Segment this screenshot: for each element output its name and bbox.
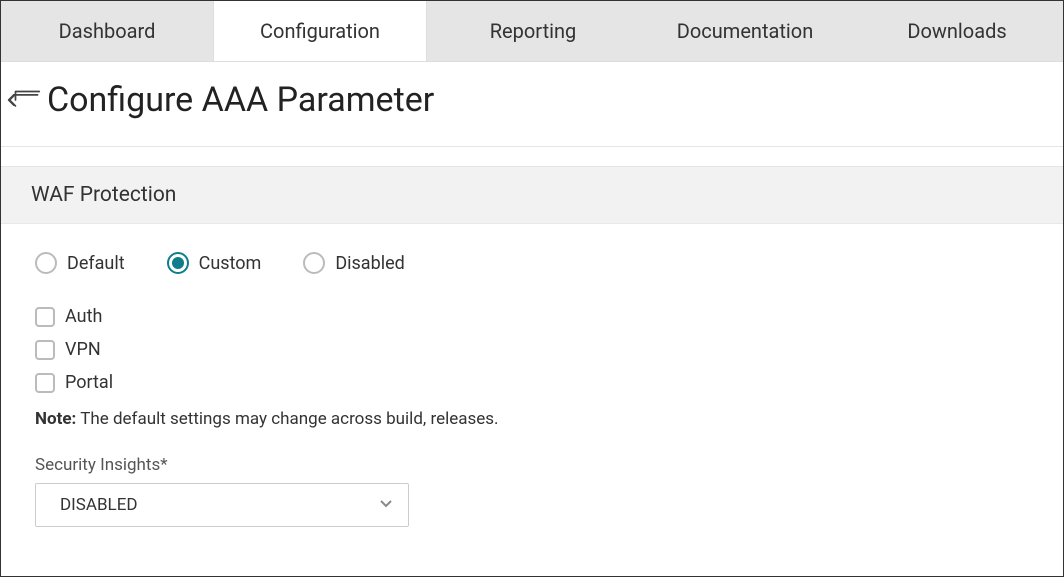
- section-header-waf: WAF Protection: [1, 167, 1063, 224]
- tab-downloads[interactable]: Downloads: [851, 1, 1063, 61]
- checkbox-auth-label: Auth: [65, 306, 102, 327]
- checkbox-auth-box: [35, 307, 55, 327]
- chevron-down-icon: [378, 495, 394, 515]
- tab-configuration[interactable]: Configuration: [213, 1, 427, 61]
- checkbox-portal-box: [35, 373, 55, 393]
- top-tabs: Dashboard Configuration Reporting Docume…: [1, 1, 1063, 62]
- page-header: Configure AAA Parameter: [1, 62, 1063, 147]
- waf-mode-radio-group: Default Custom Disabled: [35, 252, 1029, 274]
- radio-default[interactable]: Default: [35, 252, 125, 274]
- security-insights-label: Security Insights*: [35, 455, 1029, 475]
- radio-disabled-label: Disabled: [335, 253, 404, 274]
- divider-band: [1, 147, 1063, 167]
- radio-default-label: Default: [67, 253, 125, 274]
- section-body-waf: Default Custom Disabled Auth VPN Portal …: [1, 224, 1063, 537]
- checkbox-portal[interactable]: Portal: [35, 372, 1029, 393]
- radio-default-circle: [35, 252, 57, 274]
- radio-disabled-circle: [303, 252, 325, 274]
- tab-reporting[interactable]: Reporting: [427, 1, 639, 61]
- radio-custom-label: Custom: [199, 253, 262, 274]
- checkbox-vpn-box: [35, 340, 55, 360]
- radio-custom[interactable]: Custom: [167, 252, 262, 274]
- note-body: The default settings may change across b…: [76, 409, 498, 429]
- security-insights-value: DISABLED: [60, 495, 138, 515]
- radio-custom-circle: [167, 252, 189, 274]
- tab-documentation[interactable]: Documentation: [639, 1, 851, 61]
- page-title: Configure AAA Parameter: [47, 80, 434, 120]
- tab-dashboard[interactable]: Dashboard: [1, 1, 213, 61]
- checkbox-auth[interactable]: Auth: [35, 306, 1029, 327]
- radio-custom-dot: [172, 257, 184, 269]
- checkbox-portal-label: Portal: [65, 372, 113, 393]
- checkbox-vpn[interactable]: VPN: [35, 339, 1029, 360]
- note-prefix: Note:: [35, 409, 76, 429]
- checkbox-vpn-label: VPN: [65, 339, 101, 360]
- security-insights-select[interactable]: DISABLED: [35, 483, 409, 527]
- note-text: Note: The default settings may change ac…: [35, 409, 1029, 429]
- back-arrow-icon[interactable]: [7, 86, 43, 114]
- radio-disabled[interactable]: Disabled: [303, 252, 404, 274]
